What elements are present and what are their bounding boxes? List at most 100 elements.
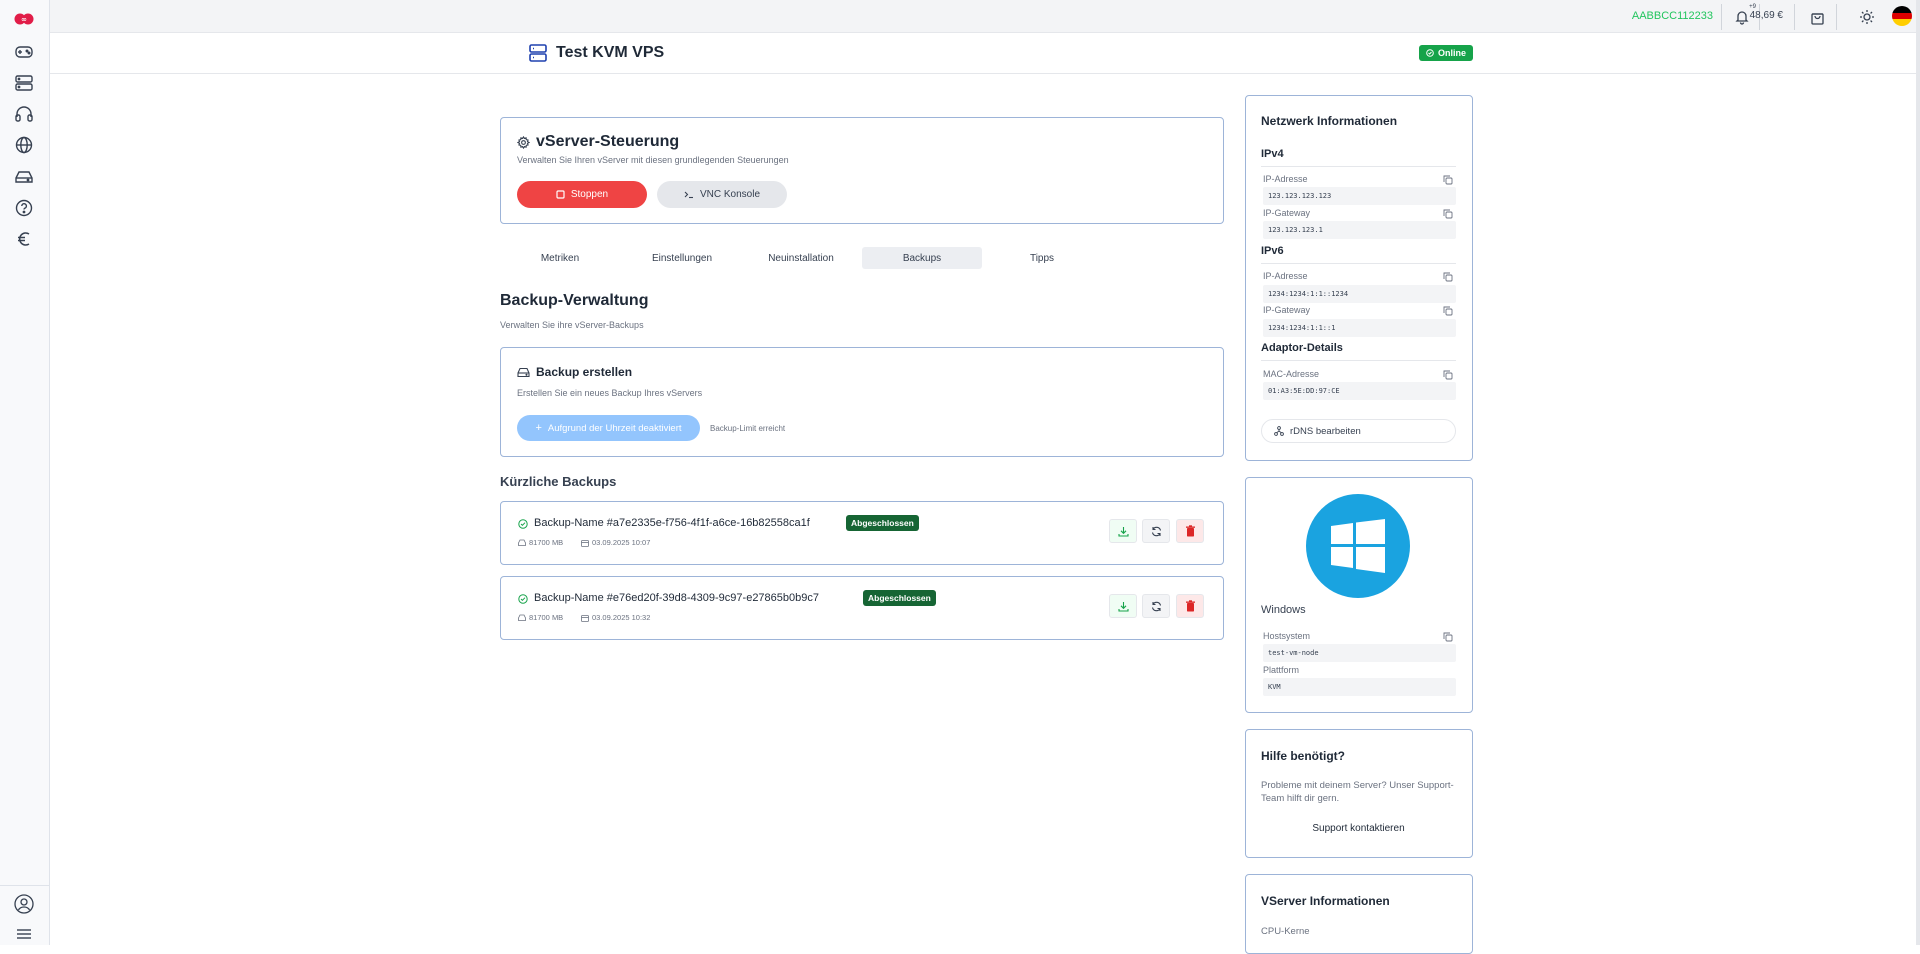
copy-icon[interactable]	[1443, 632, 1453, 642]
server-icon	[529, 44, 547, 62]
trash-icon	[1185, 600, 1195, 612]
ipv4-address-label: IP-Adresse	[1263, 174, 1308, 184]
restore-button[interactable]	[1142, 519, 1170, 543]
backup-size: 81700 MB	[518, 613, 563, 622]
restore-button[interactable]	[1142, 594, 1170, 618]
headphones-icon[interactable]	[12, 102, 36, 126]
brand-logo-icon[interactable]: ∞	[13, 10, 35, 28]
user-avatar-icon[interactable]	[12, 892, 36, 916]
balance[interactable]: 48,69 €	[1750, 10, 1783, 21]
network-title: Netzwerk Informationen	[1261, 114, 1398, 128]
gamepad-icon[interactable]	[12, 40, 36, 64]
create-backup-subtitle: Erstellen Sie ein neues Backup Ihres vSe…	[517, 388, 703, 398]
check-circle-icon	[518, 594, 528, 604]
topbar: AABBCC112233 +9 48,69 €	[50, 0, 1920, 33]
vnc-console-button[interactable]: VNC Konsole	[657, 181, 787, 208]
download-button[interactable]	[1109, 594, 1137, 618]
divider	[1836, 4, 1837, 30]
backup-size-value: 81700 MB	[529, 538, 564, 547]
server-name: Test KVM VPS	[556, 44, 665, 61]
backup-status-badge: Abgeschlossen	[863, 590, 936, 606]
tab-settings[interactable]: Einstellungen	[622, 247, 742, 269]
backup-size-value: 81700 MB	[529, 613, 564, 622]
download-button[interactable]	[1109, 519, 1137, 543]
help-text: Probleme mit deinem Server? Unser Suppor…	[1261, 780, 1454, 804]
german-flag-icon[interactable]	[1892, 6, 1912, 26]
recent-backups-title: Kürzliche Backups	[500, 474, 617, 489]
check-circle-icon	[518, 519, 528, 529]
divider	[1794, 4, 1795, 30]
server-icon[interactable]	[12, 71, 36, 95]
tab-metrics[interactable]: Metriken	[500, 247, 620, 269]
backup-date-value: 03.09.2025 10:07	[592, 538, 651, 547]
network-icon	[1274, 426, 1284, 436]
rdns-edit-button[interactable]: rDNS bearbeiten	[1261, 419, 1456, 443]
euro-icon[interactable]	[12, 227, 36, 251]
vserver-info-title: VServer Informationen	[1261, 894, 1390, 908]
ipv4-gateway-value: 123.123.123.1	[1263, 221, 1456, 239]
menu-icon[interactable]	[12, 922, 36, 946]
tab-tips[interactable]: Tipps	[982, 247, 1102, 269]
backup-limit-note: Backup-Limit erreicht	[710, 424, 786, 433]
calendar-icon	[581, 614, 589, 622]
refresh-icon	[1151, 526, 1161, 536]
ipv6-heading: IPv6	[1261, 245, 1284, 257]
vserver-info-card	[1245, 874, 1473, 954]
copy-icon[interactable]	[1443, 209, 1453, 219]
ipv6-address-label: IP-Adresse	[1263, 271, 1308, 281]
help-circle-icon[interactable]	[12, 196, 36, 220]
tab-reinstall[interactable]: Neuinstallation	[741, 247, 861, 269]
tab-backups[interactable]: Backups	[862, 247, 982, 269]
delete-button[interactable]	[1176, 519, 1204, 543]
divider	[1261, 263, 1456, 264]
trash-icon	[1185, 525, 1195, 537]
refresh-icon	[1151, 601, 1161, 611]
create-backup-button[interactable]: + Aufgrund der Uhrzeit deaktiviert	[517, 415, 700, 441]
host-label: Hostsystem	[1263, 631, 1311, 641]
terminal-icon	[684, 191, 693, 199]
stop-label: Stoppen	[570, 189, 609, 200]
copy-icon[interactable]	[1443, 370, 1453, 380]
control-subtitle: Verwalten Sie Ihren vServer mit diesen g…	[517, 155, 789, 165]
copy-icon[interactable]	[1443, 175, 1453, 185]
create-backup-label: Aufgrund der Uhrzeit deaktiviert	[547, 422, 682, 434]
create-backup-title: Backup erstellen	[536, 365, 633, 379]
backup-section-subtitle: Verwalten Sie ihre vServer-Backups	[500, 320, 644, 330]
hard-drive-icon	[518, 614, 526, 621]
backup-name: Backup-Name #a7e2335e-f756-4f1f-a6ce-16b…	[534, 517, 810, 529]
globe-icon[interactable]	[12, 133, 36, 157]
copy-icon[interactable]	[1443, 272, 1453, 282]
support-button[interactable]: Support kontaktieren	[1261, 823, 1456, 834]
gear-icon	[517, 135, 530, 149]
sun-icon[interactable]	[1857, 7, 1877, 27]
stop-button[interactable]: Stoppen	[517, 181, 647, 208]
ipv4-address-value: 123.123.123.123	[1263, 187, 1456, 205]
sidebar-divider	[0, 885, 50, 886]
cpu-label: CPU-Kerne	[1261, 926, 1310, 937]
copy-icon[interactable]	[1443, 306, 1453, 316]
scrollbar[interactable]	[1916, 0, 1920, 945]
mac-value: 01:A3:5E:DD:97:CE	[1263, 382, 1456, 400]
customer-code[interactable]: AABBCC112233	[1632, 10, 1713, 22]
stop-icon	[556, 190, 565, 199]
download-icon	[1117, 526, 1129, 537]
divider	[1261, 166, 1456, 167]
storage-icon[interactable]	[12, 165, 36, 189]
check-circle-icon	[1426, 49, 1434, 57]
backup-section-title: Backup-Verwaltung	[500, 292, 649, 309]
host-value: test-vm-node	[1263, 644, 1456, 662]
backup-row: Backup-Name #e76ed20f-39d8-4309-9c97-e27…	[500, 576, 1224, 640]
backup-date: 03.09.2025 10:32	[581, 613, 650, 622]
ipv6-gateway-value: 1234:1234:1:1::1	[1263, 319, 1456, 337]
status-text: Online	[1438, 48, 1467, 58]
shopping-bag-icon[interactable]	[1807, 7, 1827, 27]
tab-bar: Metriken Einstellungen Neuinstallation B…	[500, 247, 1220, 269]
sidebar: ∞	[0, 0, 50, 945]
platform-value: KVM	[1263, 678, 1456, 696]
page-header: Test KVM VPS Online	[50, 33, 1920, 74]
windows-logo-icon	[1306, 494, 1410, 598]
svg-text:∞: ∞	[21, 16, 27, 24]
ipv6-address-value: 1234:1234:1:1::1234	[1263, 285, 1456, 303]
delete-button[interactable]	[1176, 594, 1204, 618]
create-backup-card: Backup erstellen Erstellen Sie ein neues…	[500, 347, 1224, 457]
